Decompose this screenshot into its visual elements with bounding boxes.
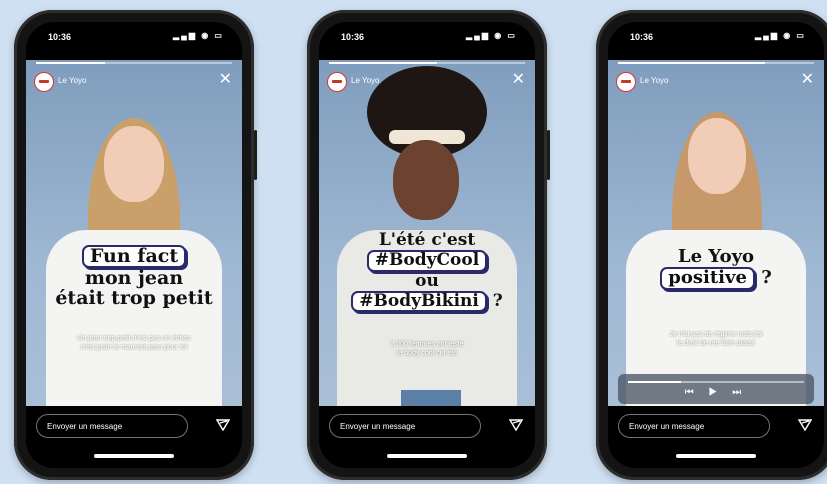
close-icon[interactable]: ✕ bbox=[219, 71, 232, 89]
message-input[interactable]: Envoyer un message bbox=[618, 414, 770, 438]
subtitle-line: 2 000 femmes ont testé bbox=[390, 341, 464, 348]
caption-line: positive bbox=[660, 267, 755, 290]
status-bar: 10:36 ▂▄▆ ◉ ▭ bbox=[26, 22, 242, 50]
home-indicator bbox=[387, 454, 467, 458]
account-avatar[interactable] bbox=[34, 72, 54, 92]
story-caption: Fun fact mon jean était trop petit bbox=[34, 244, 234, 308]
subtitle-line: Je n'ai pas de régime mais j'ai bbox=[669, 331, 763, 338]
story-photo bbox=[26, 60, 242, 406]
account-avatar[interactable] bbox=[327, 72, 347, 92]
story-footer: Envoyer un message bbox=[608, 406, 824, 468]
account-avatar[interactable] bbox=[616, 72, 636, 92]
send-icon[interactable] bbox=[798, 418, 812, 432]
video-player-controls[interactable]: ⏮ ▶ ⏭ bbox=[618, 374, 814, 404]
home-indicator bbox=[676, 454, 756, 458]
close-icon[interactable]: ✕ bbox=[512, 71, 525, 89]
caption-line: #BodyBikini bbox=[351, 290, 487, 313]
signal-icon: ▂▄▆ ◉ ▭ bbox=[173, 31, 224, 40]
caption-line: L'été c'est bbox=[378, 230, 476, 250]
status-time: 10:36 bbox=[341, 32, 365, 42]
phone-1: 10:36 ▂▄▆ ◉ ▭ Le Yoyo ✕ Fun fact mon jea… bbox=[14, 10, 257, 480]
status-bar: 10:36 ▂▄▆ ◉ ▭ bbox=[319, 22, 535, 50]
story-screen-1[interactable]: 10:36 ▂▄▆ ◉ ▭ Le Yoyo ✕ Fun fact mon jea… bbox=[26, 22, 242, 468]
playback-controls[interactable]: ⏮ ▶ ⏭ bbox=[618, 387, 814, 398]
message-input[interactable]: Envoyer un message bbox=[36, 414, 188, 438]
story-header: Le Yoyo ✕ bbox=[327, 70, 527, 92]
caption-line: Fun fact bbox=[81, 245, 187, 269]
story-progress bbox=[36, 62, 232, 64]
status-bar: 10:36 ▂▄▆ ◉ ▭ bbox=[608, 22, 824, 50]
send-icon[interactable] bbox=[216, 418, 230, 432]
message-input[interactable]: Envoyer un message bbox=[329, 414, 481, 438]
close-icon[interactable]: ✕ bbox=[801, 71, 814, 89]
caption-line: ou bbox=[415, 270, 439, 291]
video-scrubber[interactable] bbox=[628, 381, 804, 383]
side-button bbox=[547, 130, 550, 180]
home-indicator bbox=[94, 454, 174, 458]
story-progress bbox=[618, 62, 814, 64]
caption-line: était trop petit bbox=[55, 286, 213, 309]
story-screen-3[interactable]: 10:36 ▂▄▆ ◉ ▭ Le Yoyo ✕ Le Yoyo positive… bbox=[608, 22, 824, 468]
story-photo bbox=[608, 60, 824, 406]
status-time: 10:36 bbox=[48, 32, 72, 42]
signal-icon: ▂▄▆ ◉ ▭ bbox=[755, 31, 806, 40]
story-progress bbox=[329, 62, 525, 64]
side-button bbox=[254, 130, 257, 180]
caption-question: ? bbox=[492, 290, 503, 311]
story-footer: Envoyer un message bbox=[26, 406, 242, 468]
status-time: 10:36 bbox=[630, 32, 654, 42]
story-subtitle: Je n'ai pas de régime mais j'ai le droit… bbox=[624, 330, 808, 348]
story-footer: Envoyer un message bbox=[319, 406, 535, 468]
story-caption: L'été c'est #BodyCool ou #BodyBikini ? bbox=[327, 230, 527, 313]
subtitle-line: le body cool cet été bbox=[396, 350, 458, 358]
caption-line: Le Yoyo bbox=[677, 246, 755, 267]
account-name[interactable]: Le Yoyo bbox=[640, 76, 668, 85]
send-icon[interactable] bbox=[509, 418, 523, 432]
phone-3: 10:36 ▂▄▆ ◉ ▭ Le Yoyo ✕ Le Yoyo positive… bbox=[596, 10, 827, 480]
caption-line: #BodyCool bbox=[366, 250, 488, 272]
story-subtitle: 2 000 femmes ont testé le body cool cet … bbox=[335, 340, 519, 358]
subtitle-line: le droit de me faire plaisir bbox=[676, 340, 756, 348]
caption-question: ? bbox=[761, 267, 772, 289]
subtitle-line: c'est juste le mauvais jean pour toi bbox=[80, 344, 188, 352]
story-header: Le Yoyo ✕ bbox=[616, 70, 816, 92]
account-name[interactable]: Le Yoyo bbox=[351, 76, 379, 85]
account-name[interactable]: Le Yoyo bbox=[58, 76, 86, 85]
story-subtitle: Un jean trop petit n'est pas un échec c'… bbox=[42, 334, 226, 352]
story-caption: Le Yoyo positive ? bbox=[616, 246, 816, 291]
caption-line: mon jean bbox=[84, 267, 184, 290]
subtitle-line: Un jean trop petit n'est pas un échec bbox=[77, 335, 191, 342]
story-screen-2[interactable]: 10:36 ▂▄▆ ◉ ▭ Le Yoyo ✕ L'été c'est #Bod… bbox=[319, 22, 535, 468]
phone-2: 10:36 ▂▄▆ ◉ ▭ Le Yoyo ✕ L'été c'est #Bod… bbox=[307, 10, 550, 480]
signal-icon: ▂▄▆ ◉ ▭ bbox=[466, 31, 517, 40]
story-header: Le Yoyo ✕ bbox=[34, 70, 234, 92]
